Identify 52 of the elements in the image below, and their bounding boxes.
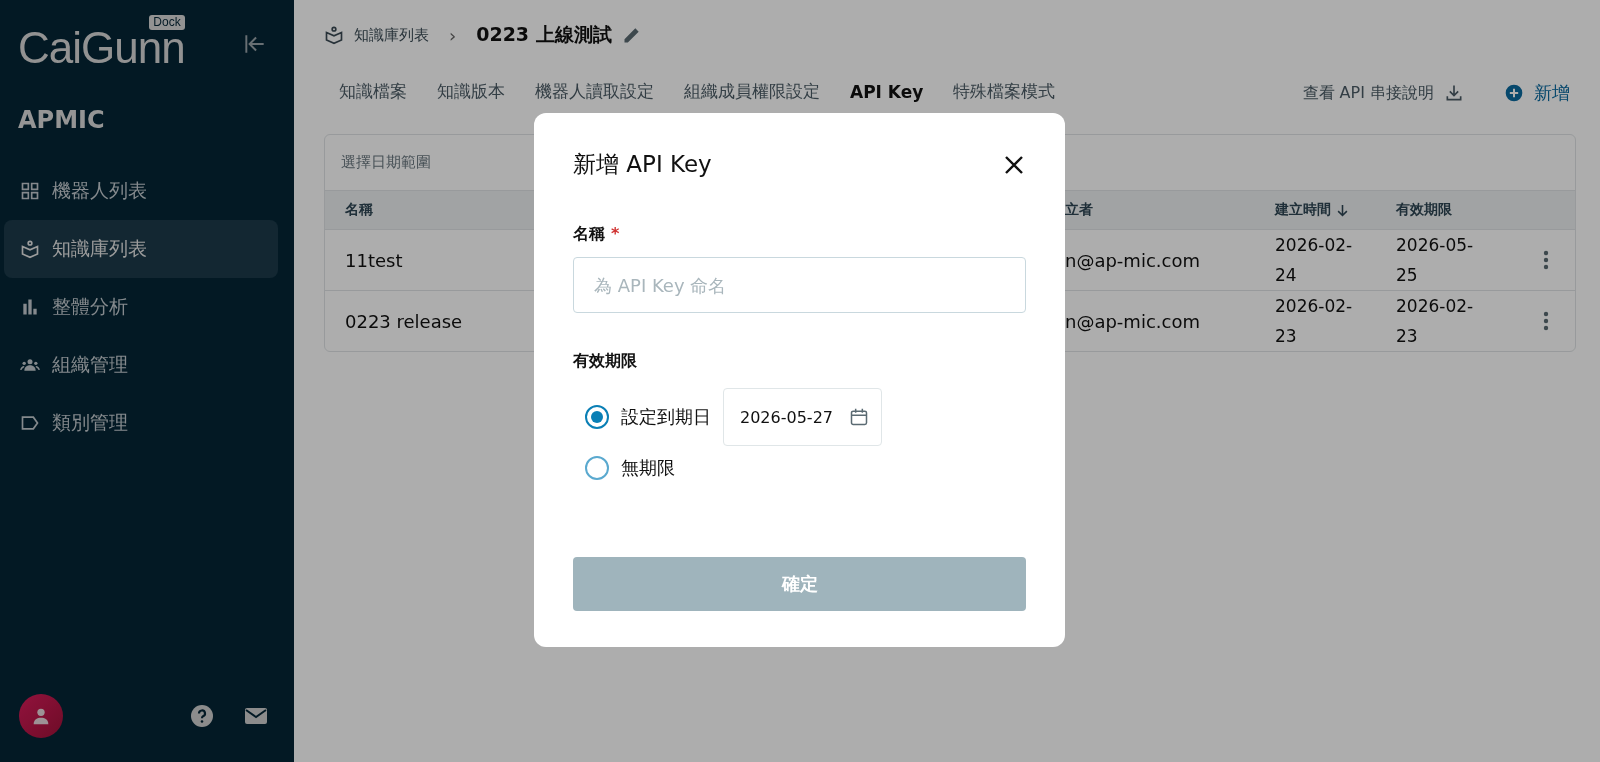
- add-button[interactable]: 新增: [1498, 80, 1576, 106]
- grid-icon: [20, 181, 40, 201]
- breadcrumb-separator: ›: [449, 24, 457, 46]
- tab[interactable]: 特殊檔案模式: [938, 70, 1071, 116]
- tab[interactable]: 組織成員權限設定: [669, 70, 835, 116]
- tab[interactable]: 知識版本: [422, 70, 520, 116]
- table-cell-text: 2026-02-23: [1275, 295, 1353, 348]
- page-title: 0223 上線測試: [476, 22, 612, 47]
- table-cell-text: 2026-05-25: [1396, 234, 1474, 287]
- sidebar-item[interactable]: 整體分析: [4, 278, 278, 336]
- organization-name: APMIC: [17, 105, 106, 136]
- dialog-title: 新增 API Key: [573, 150, 712, 179]
- column-header[interactable]: 有效期限: [1396, 201, 1452, 219]
- help-icon[interactable]: [190, 704, 214, 728]
- table-cell: n@ap-mic.com: [1065, 249, 1200, 271]
- table-cell: n@ap-mic.com: [1065, 310, 1200, 332]
- calendar-icon[interactable]: [849, 407, 869, 427]
- more-options-icon[interactable]: [1543, 311, 1549, 331]
- table-cell: 0223 release: [345, 310, 463, 332]
- breadcrumb-link[interactable]: 知識庫列表: [354, 25, 429, 45]
- plus-circle-icon: [1504, 83, 1524, 103]
- sidebar-item[interactable]: 知識庫列表: [4, 220, 278, 278]
- book-icon: [324, 25, 344, 45]
- app-logo: CaiGunn Dock: [18, 15, 185, 73]
- table-cell-text: 2026-02-23: [1396, 295, 1474, 348]
- bar-chart-icon: [20, 297, 40, 317]
- radio-label[interactable]: 無期限: [621, 456, 675, 480]
- tab[interactable]: 機器人讀取設定: [520, 70, 669, 116]
- radio-label[interactable]: 設定到期日: [621, 405, 711, 429]
- radio-button[interactable]: [585, 405, 609, 429]
- sidebar-item[interactable]: 組織管理: [4, 336, 278, 394]
- sort-down-icon[interactable]: [1335, 202, 1350, 218]
- table-cell-text: 2026-02-24: [1275, 234, 1353, 287]
- column-header[interactable]: 建立時間: [1275, 201, 1331, 219]
- radio-button[interactable]: [585, 456, 609, 480]
- user-avatar[interactable]: [19, 694, 63, 738]
- name-input-field[interactable]: 為 API Key 命名: [573, 257, 1026, 313]
- table-cell: 11test: [345, 249, 403, 271]
- sidebar-item[interactable]: 機器人列表: [4, 162, 278, 220]
- tag-icon: [20, 413, 40, 433]
- sidebar-item[interactable]: 類別管理: [4, 394, 278, 452]
- required-mark: *: [611, 224, 620, 243]
- field-label: 有效期限: [573, 351, 637, 370]
- more-options-icon[interactable]: [1543, 250, 1549, 270]
- download-icon: [1444, 83, 1464, 103]
- book-icon: [20, 239, 40, 259]
- column-header[interactable]: 名稱: [345, 201, 373, 219]
- api-docs-link[interactable]: 查看 API 串接說明: [1296, 81, 1470, 105]
- date-field[interactable]: 2026-05-27: [723, 388, 882, 446]
- field-label: 名稱: [573, 224, 605, 243]
- tab[interactable]: 知識檔案: [324, 70, 422, 116]
- column-header[interactable]: 立者: [1065, 201, 1093, 219]
